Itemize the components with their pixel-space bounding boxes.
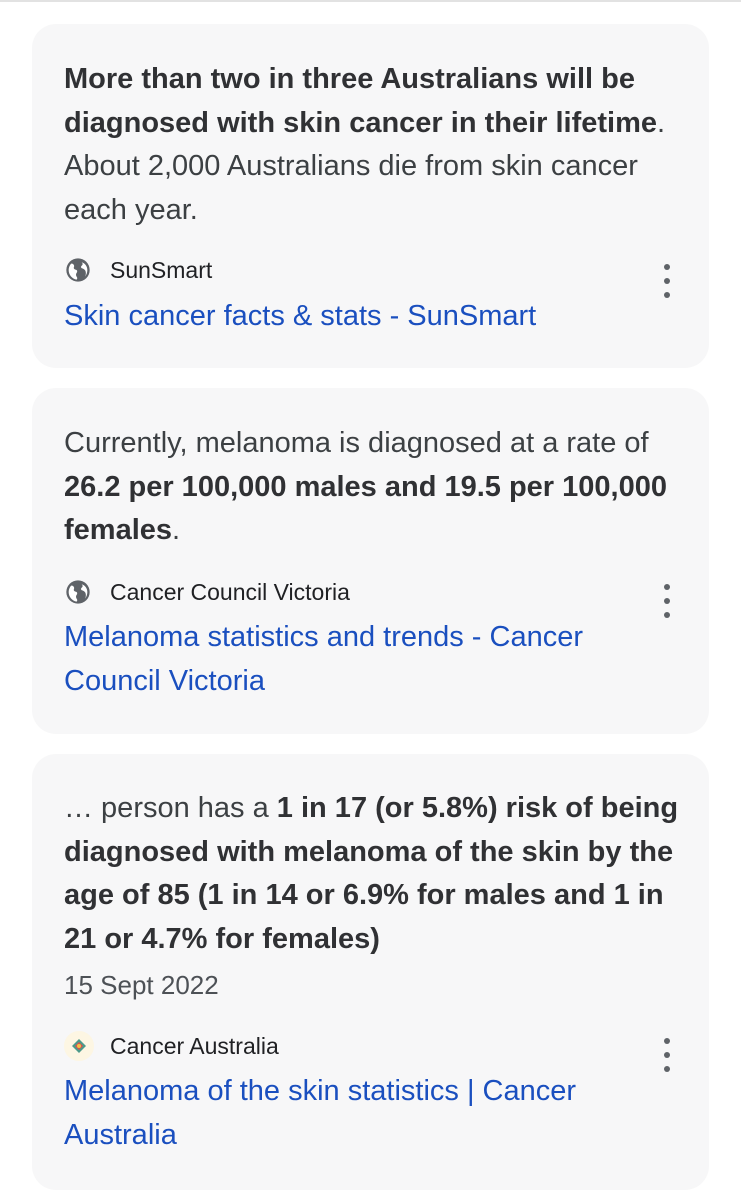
result-card-cancer-council-victoria: Currently, melanoma is diagnosed at a ra… <box>32 388 709 734</box>
more-options-icon[interactable] <box>657 1038 677 1072</box>
result-link[interactable]: Melanoma statistics and trends - Cancer … <box>64 615 684 703</box>
top-divider <box>0 0 741 2</box>
more-options-icon[interactable] <box>657 264 677 298</box>
source-name: Cancer Australia <box>110 1032 279 1059</box>
result-snippet: More than two in three Australians will … <box>64 58 684 232</box>
cancer-australia-logo-icon <box>72 1039 86 1053</box>
result-card-cancer-australia: … person has a 1 in 17 (or 5.8%) risk of… <box>32 754 709 1190</box>
source-row[interactable]: Cancer Australia <box>64 1031 279 1061</box>
globe-icon <box>66 258 90 282</box>
source-name: Cancer Council Victoria <box>110 578 350 605</box>
more-options-icon[interactable] <box>657 584 677 618</box>
globe-icon <box>66 580 90 604</box>
result-link[interactable]: Melanoma of the skin statistics | Cancer… <box>64 1069 684 1157</box>
result-link[interactable]: Skin cancer facts & stats - SunSmart <box>64 294 684 338</box>
snippet-text: Currently, melanoma is diagnosed at a ra… <box>64 427 649 459</box>
cancer-australia-logo <box>64 1031 94 1061</box>
result-date: 15 Sept 2022 <box>64 970 219 1000</box>
snippet-highlight: 26.2 per 100,000 males and 19.5 per 100,… <box>64 470 667 547</box>
snippet-text-end: . <box>172 514 181 546</box>
source-name: SunSmart <box>110 256 213 283</box>
snippet-text: … person has a <box>64 792 277 824</box>
source-row[interactable]: Cancer Council Victoria <box>64 577 350 607</box>
source-row[interactable]: SunSmart <box>64 255 212 285</box>
result-card-sunsmart: More than two in three Australians will … <box>32 24 709 368</box>
snippet-highlight: More than two in three Australians will … <box>64 63 658 139</box>
result-snippet: … person has a 1 in 17 (or 5.8%) risk of… <box>64 787 684 961</box>
result-snippet: Currently, melanoma is diagnosed at a ra… <box>64 422 684 553</box>
